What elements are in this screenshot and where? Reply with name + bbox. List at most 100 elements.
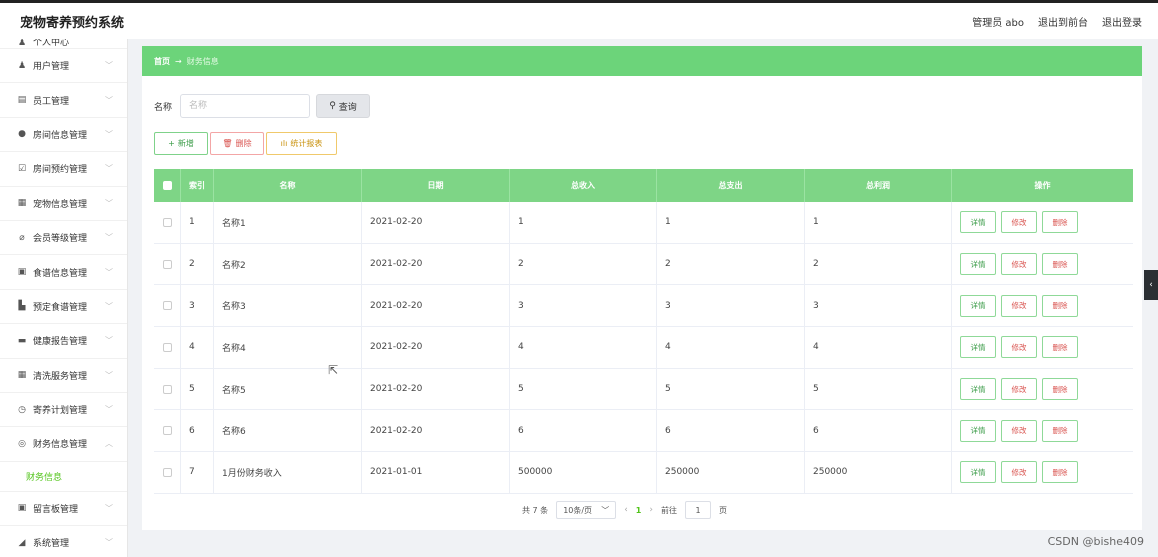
sidebar-item-finance[interactable]: ◎ 财务信息管理 ︿ [0,427,127,462]
cell-index: 4 [181,327,214,368]
delete-button[interactable]: 删除 [1042,294,1078,317]
delete-button[interactable]: 删除 [1042,419,1078,442]
sidebar-item-recipe-booking[interactable]: ▙ 预定食谱管理 ﹀ [0,290,127,325]
delete-button[interactable]: 删除 [1042,378,1078,401]
header-date[interactable]: 日期 [362,169,510,202]
collapse-tab-icon[interactable]: ‹ [1144,270,1158,300]
detail-button[interactable]: 详情 [960,419,996,442]
next-page-icon[interactable]: › [649,505,653,515]
cell-actions: 详情 修改 删除 [952,285,1133,326]
row-checkbox[interactable] [162,384,172,394]
cell-expense: 6 [657,410,805,452]
logout-link[interactable]: 退出登录 [1102,14,1142,29]
table-row: 5 名称5 2021-02-20 5 5 5 详情 修改 删除 [154,368,1133,411]
pagination: 共 7 条 10条/页 ﹀ ‹ 1 › 前往 1 页 [522,501,727,519]
breadcrumb-home[interactable]: 首页 [154,56,170,67]
header-income[interactable]: 总收入 [510,169,657,202]
row-checkbox[interactable] [162,259,172,269]
page-number-current[interactable]: 1 [636,506,642,515]
cell-name: 名称3 [214,285,362,327]
edit-button[interactable]: 修改 [1001,336,1037,359]
goto-page-input[interactable]: 1 [684,501,711,519]
cell-profit: 250000 [805,452,952,493]
search-input[interactable] [180,94,311,118]
header-expense[interactable]: 总支出 [657,169,805,202]
delete-button[interactable]: 删除 [1042,253,1078,276]
sidebar-item-room-booking[interactable]: ☑ 房间预约管理 ﹀ [0,152,127,187]
sidebar-item-label: 房间信息管理 [33,130,88,141]
sidebar-item-boarding-plan[interactable]: ◷ 寄养计划管理 ﹀ [0,393,127,428]
cell-expense: 5 [657,368,805,410]
edit-button[interactable]: 修改 [1001,461,1037,484]
delete-button[interactable]: 删除 [1042,211,1078,234]
edit-button[interactable]: 修改 [1001,378,1037,401]
detail-button[interactable]: 详情 [960,378,996,401]
row-checkbox[interactable] [162,342,172,352]
header-index[interactable]: 索引 [181,169,214,202]
sidebar-item-messages[interactable]: ▣ 留言板管理 ﹀ [0,492,127,527]
batch-delete-button[interactable]: 🗑 删除 [210,132,264,155]
detail-button[interactable]: 详情 [960,253,996,276]
cell-income: 4 [510,327,657,368]
cell-profit: 2 [805,243,952,285]
cell-income: 5 [510,368,657,410]
prev-page-icon[interactable]: ‹ [624,505,628,515]
sidebar-item-profile[interactable]: ♟ 个人中心 [0,39,127,49]
header-name[interactable]: 名称 [214,169,362,202]
bar-chart-icon: ılı [280,139,288,148]
cell-income: 500000 [510,452,657,493]
admin-label: 管理员 abo [972,17,1024,29]
clock-icon: ◷ [18,404,26,415]
detail-button[interactable]: 详情 [960,336,996,359]
edit-button[interactable]: 修改 [1001,294,1037,317]
edit-button[interactable]: 修改 [1001,253,1037,276]
cell-profit: 4 [805,327,952,368]
cell-index: 6 [181,410,214,452]
location-icon: ● [18,129,26,140]
detail-button[interactable]: 详情 [960,294,996,317]
row-checkbox[interactable] [162,301,172,311]
detail-button[interactable]: 详情 [960,211,996,234]
cell-date: 2021-02-20 [362,285,510,327]
cell-actions: 详情 修改 删除 [952,410,1133,451]
row-checkbox[interactable] [162,467,172,477]
cell-expense: 2 [657,243,805,285]
chevron-down-icon: ﹀ [105,538,113,548]
breadcrumb: 首页 → 财务信息 [142,46,1142,76]
cell-name: 1月份财务收入 [214,452,362,493]
row-select-cell [154,243,181,285]
sidebar-item-member-level[interactable]: ⌀ 会员等级管理 ﹀ [0,221,127,256]
cell-date: 2021-01-01 [362,452,510,493]
chevron-up-icon: ︿ [105,439,113,449]
delete-button[interactable]: 删除 [1042,461,1078,484]
back-to-front-link[interactable]: 退出到前台 [1038,14,1088,29]
cell-profit: 3 [805,285,952,327]
chevron-down-icon: ﹀ [105,405,113,415]
row-checkbox[interactable] [162,217,172,227]
edit-button[interactable]: 修改 [1001,211,1037,234]
sidebar-item-cleaning[interactable]: ▦ 清洗服务管理 ﹀ [0,359,127,393]
header-profit[interactable]: 总利润 [805,169,952,202]
delete-button[interactable]: 删除 [1042,336,1078,359]
sidebar-item-label: 房间预约管理 [33,165,88,176]
add-button[interactable]: + 新增 [154,132,208,155]
search-button[interactable]: ⚲ 查询 [316,94,371,118]
sidebar-item-health-report[interactable]: ▬ 健康报告管理 ﹀ [0,324,127,359]
stats-report-button[interactable]: ılı 统计报表 [266,132,337,155]
select-all-checkbox[interactable] [162,181,172,190]
sidebar-item-rooms[interactable]: ● 房间信息管理 ﹀ [0,118,127,153]
sidebar-item-users[interactable]: ♟ 用户管理 ﹀ [0,49,127,84]
breadcrumb-current: 财务信息 [186,56,219,66]
sidebar-subitem-finance-info[interactable]: 财务信息 [0,462,127,492]
sidebar-item-system[interactable]: ◢ 系统管理 ﹀ [0,526,127,557]
edit-button[interactable]: 修改 [1001,419,1037,442]
row-select-cell [154,285,181,327]
detail-button[interactable]: 详情 [960,461,996,484]
sidebar-item-recipes[interactable]: ▣ 食谱信息管理 ﹀ [0,255,127,290]
table-row: 6 名称6 2021-02-20 6 6 6 详情 修改 删除 [154,410,1133,453]
sidebar-item-pets[interactable]: ▦ 宠物信息管理 ﹀ [0,187,127,221]
page-size-select[interactable]: 10条/页 ﹀ [556,501,617,519]
row-checkbox[interactable] [162,426,172,436]
sidebar-item-staff[interactable]: ▤ 员工管理 ﹀ [0,83,127,118]
finance-table: 索引 名称 日期 总收入 总支出 总利润 操作 1 名称1 2021-02-20 1 1… [154,169,1133,494]
